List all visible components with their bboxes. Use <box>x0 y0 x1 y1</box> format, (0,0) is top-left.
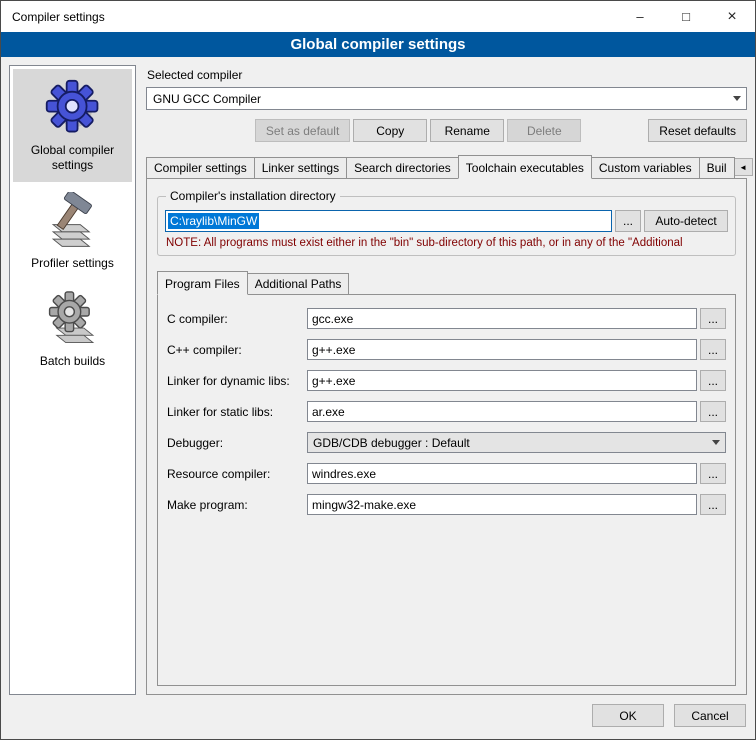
bin-subdirectory-note: NOTE: All programs must exist either in … <box>166 237 727 249</box>
tab-search-directories[interactable]: Search directories <box>346 157 459 178</box>
c-compiler-label: C compiler: <box>167 312 307 326</box>
window-title: Compiler settings <box>1 10 105 24</box>
linker-static-browse-button[interactable]: ... <box>700 401 726 422</box>
tab-build-options[interactable]: Buil <box>699 157 735 178</box>
window-controls: – □ × <box>617 1 755 32</box>
tab-label: Program Files <box>165 277 240 291</box>
sidebar-item-global-compiler-settings[interactable]: Global compiler settings <box>13 69 132 182</box>
subtab-strip: Program Files Additional Paths <box>157 270 736 294</box>
rename-button[interactable]: Rename <box>430 119 504 142</box>
main-panel: Selected compiler GNU GCC Compiler Set a… <box>146 65 747 695</box>
c-compiler-browse-button[interactable]: ... <box>700 308 726 329</box>
cancel-button[interactable]: Cancel <box>674 704 746 727</box>
selected-compiler-label: Selected compiler <box>147 68 747 82</box>
debugger-label: Debugger: <box>167 436 307 450</box>
profiler-icon <box>43 191 103 251</box>
browse-directory-button[interactable]: ... <box>615 210 641 232</box>
set-as-default-button: Set as default <box>255 119 350 142</box>
maximize-button[interactable]: □ <box>663 1 709 32</box>
ok-button[interactable]: OK <box>592 704 664 727</box>
debugger-dropdown[interactable]: GDB/CDB debugger : Default <box>307 432 726 453</box>
tab-scroll-left-button[interactable]: ◄ <box>734 158 753 176</box>
field-row-make-program: Make program: ... <box>167 494 726 515</box>
reset-defaults-button[interactable]: Reset defaults <box>648 119 747 142</box>
tab-linker-settings[interactable]: Linker settings <box>254 157 347 178</box>
sidebar-item-label: Batch builds <box>40 354 105 369</box>
field-row-cpp-compiler: C++ compiler: ... <box>167 339 726 360</box>
tab-label: Additional Paths <box>255 277 342 291</box>
selected-compiler-value: GNU GCC Compiler <box>153 92 728 106</box>
subtab-program-files[interactable]: Program Files <box>157 271 248 295</box>
tab-label: Buil <box>707 161 727 175</box>
installation-directory-group-title: Compiler's installation directory <box>166 189 340 203</box>
debugger-value: GDB/CDB debugger : Default <box>313 436 707 450</box>
tab-label: Search directories <box>354 161 451 175</box>
resource-compiler-browse-button[interactable]: ... <box>700 463 726 484</box>
dialog-header: Global compiler settings <box>1 32 755 57</box>
sidebar-item-label: Global compiler settings <box>15 143 130 173</box>
toolchain-executables-panel: Compiler's installation directory C:\ray… <box>146 178 747 695</box>
close-icon: × <box>727 8 736 26</box>
tab-label: Linker settings <box>262 161 339 175</box>
minimize-button[interactable]: – <box>617 1 663 32</box>
dialog-header-title: Global compiler settings <box>290 36 465 53</box>
cpp-compiler-label: C++ compiler: <box>167 343 307 357</box>
sidebar: Global compiler settings <box>9 65 136 695</box>
maximize-icon: □ <box>682 9 690 24</box>
linker-dynamic-label: Linker for dynamic libs: <box>167 374 307 388</box>
copy-button[interactable]: Copy <box>353 119 427 142</box>
compiler-actions: Set as default Copy Rename Delete Reset … <box>146 119 747 142</box>
linker-dynamic-input[interactable] <box>307 370 697 391</box>
tab-strip: Compiler settings Linker settings Search… <box>146 154 747 178</box>
tab-label: Custom variables <box>599 161 692 175</box>
chevron-down-icon <box>728 88 746 109</box>
linker-static-input[interactable] <box>307 401 697 422</box>
resource-compiler-input[interactable] <box>307 463 697 484</box>
cpp-compiler-input[interactable] <box>307 339 697 360</box>
field-row-linker-static: Linker for static libs: ... <box>167 401 726 422</box>
tab-custom-variables[interactable]: Custom variables <box>591 157 700 178</box>
make-program-browse-button[interactable]: ... <box>700 494 726 515</box>
sidebar-item-profiler-settings[interactable]: Profiler settings <box>13 182 132 280</box>
tab-toolchain-executables[interactable]: Toolchain executables <box>458 155 592 179</box>
batch-builds-icon <box>43 289 103 349</box>
program-files-panel: C compiler: ... C++ compiler: ... Linker… <box>157 294 736 686</box>
delete-button: Delete <box>507 119 581 142</box>
field-row-c-compiler: C compiler: ... <box>167 308 726 329</box>
tab-scrollers: ◄ ► <box>734 158 756 178</box>
dialog-footer: OK Cancel <box>1 695 755 739</box>
field-row-debugger: Debugger: GDB/CDB debugger : Default <box>167 432 726 453</box>
linker-static-label: Linker for static libs: <box>167 405 307 419</box>
minimize-icon: – <box>636 9 643 24</box>
auto-detect-button[interactable]: Auto-detect <box>644 210 728 232</box>
titlebar[interactable]: Compiler settings – □ × <box>1 1 755 32</box>
installation-directory-row: C:\raylib\MinGW ... Auto-detect <box>165 210 728 232</box>
sidebar-item-label: Profiler settings <box>31 256 114 271</box>
installation-directory-group: Compiler's installation directory C:\ray… <box>157 196 736 256</box>
scroll-left-icon: ◄ <box>739 163 747 172</box>
dialog-body: Global compiler settings <box>1 57 755 695</box>
tab-label: Compiler settings <box>154 161 247 175</box>
linker-dynamic-browse-button[interactable]: ... <box>700 370 726 391</box>
make-program-label: Make program: <box>167 498 307 512</box>
tab-compiler-settings[interactable]: Compiler settings <box>146 157 255 178</box>
sidebar-item-batch-builds[interactable]: Batch builds <box>13 280 132 378</box>
gear-blue-icon <box>43 78 103 138</box>
subtab-additional-paths[interactable]: Additional Paths <box>247 273 350 294</box>
field-row-resource-compiler: Resource compiler: ... <box>167 463 726 484</box>
resource-compiler-label: Resource compiler: <box>167 467 307 481</box>
make-program-input[interactable] <box>307 494 697 515</box>
field-row-linker-dynamic: Linker for dynamic libs: ... <box>167 370 726 391</box>
c-compiler-input[interactable] <box>307 308 697 329</box>
tab-label: Toolchain executables <box>466 161 584 175</box>
selected-compiler-dropdown[interactable]: GNU GCC Compiler <box>146 87 747 110</box>
installation-directory-input[interactable]: C:\raylib\MinGW <box>165 210 612 232</box>
chevron-down-icon <box>707 433 725 452</box>
compiler-settings-window: Compiler settings – □ × Global compiler … <box>0 0 756 740</box>
cpp-compiler-browse-button[interactable]: ... <box>700 339 726 360</box>
close-button[interactable]: × <box>709 1 755 32</box>
installation-directory-value: C:\raylib\MinGW <box>168 213 259 229</box>
